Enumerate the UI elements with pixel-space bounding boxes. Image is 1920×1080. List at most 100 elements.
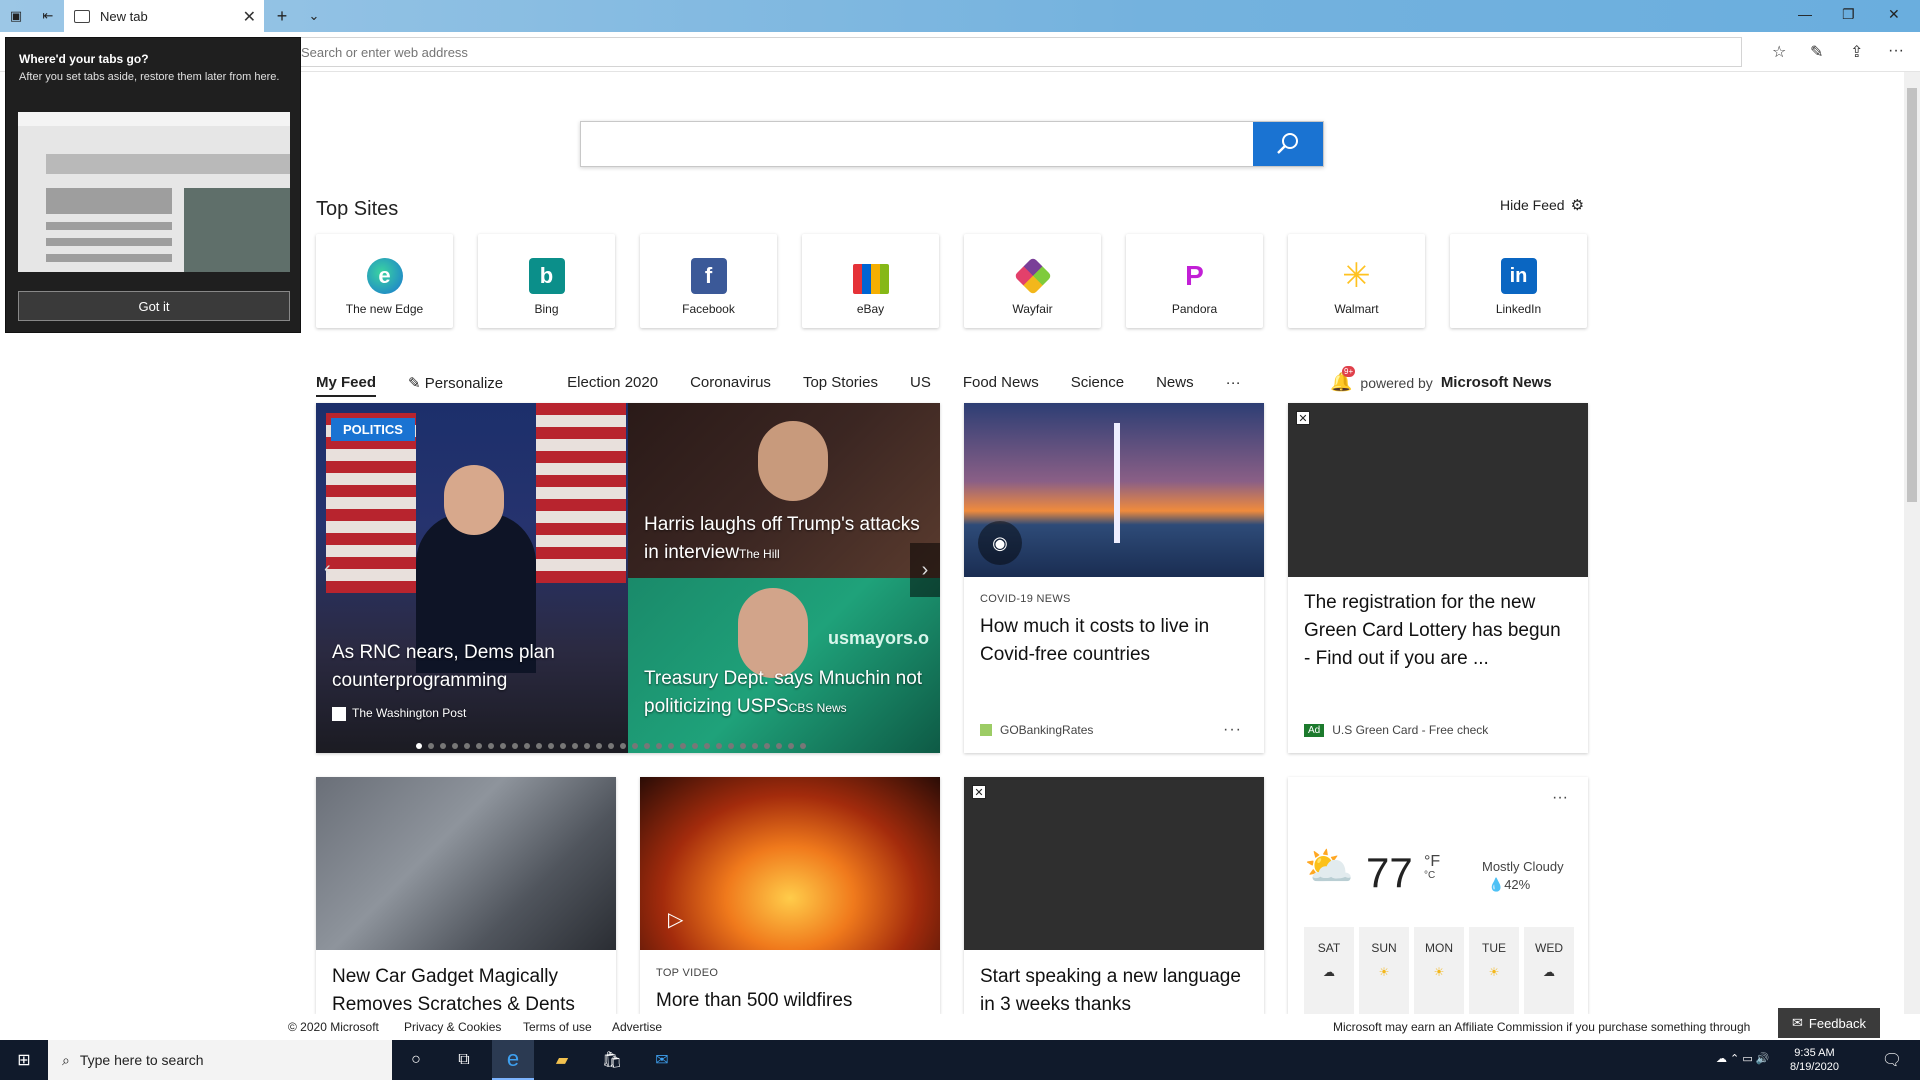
more-options-icon[interactable]: ···: [1888, 42, 1904, 60]
file-explorer-icon[interactable]: ▰: [550, 1048, 574, 1072]
windows-start-icon[interactable]: ⊞: [12, 1048, 36, 1072]
news-card-wildfire[interactable]: ▷ TOP VIDEO More than 500 wildfires: [640, 777, 940, 1014]
tab-coronavirus[interactable]: Coronavirus: [690, 374, 771, 397]
feedback-label: Feedback: [1808, 1015, 1866, 1031]
tab-title: New tab: [100, 8, 148, 24]
mail-icon[interactable]: ✉: [650, 1048, 674, 1072]
carousel-next-icon[interactable]: ›: [910, 543, 940, 597]
cortana-icon[interactable]: ○: [404, 1048, 428, 1072]
forecast-day[interactable]: MON ☀: [1414, 927, 1464, 1014]
carousel-bottom-right-caption[interactable]: Treasury Dept. says Mnuchin not politici…: [644, 665, 934, 722]
hide-feed-button[interactable]: Hide Feed ⚙: [1500, 196, 1584, 214]
tab-election-2020[interactable]: Election 2020: [567, 374, 658, 397]
new-tab-icon: [74, 9, 90, 23]
web-search-input[interactable]: [581, 122, 1253, 166]
clock[interactable]: 9:35 AM 8/19/2020: [1790, 1046, 1839, 1074]
set-tabs-aside-icon[interactable]: ⇤: [38, 6, 58, 26]
forecast-day[interactable]: TUE ☀: [1469, 927, 1519, 1014]
clock-time: 9:35 AM: [1794, 1047, 1835, 1059]
ad-card-language[interactable]: ✕ Start speaking a new language in 3 wee…: [964, 777, 1264, 1014]
top-site-pandora[interactable]: P Pandora: [1126, 234, 1263, 328]
tab-us[interactable]: US: [910, 374, 931, 397]
carousel-bottom-right-headline: Treasury Dept. says Mnuchin not politici…: [644, 668, 923, 717]
top-site-linkedin[interactable]: in LinkedIn: [1450, 234, 1587, 328]
card-headline: Start speaking a new language in 3 weeks…: [980, 966, 1241, 1014]
edge-taskbar-icon[interactable]: e: [492, 1040, 534, 1080]
top-site-bing[interactable]: b Bing: [478, 234, 615, 328]
taskbar-search[interactable]: ⌕ Type here to search: [48, 1040, 392, 1080]
top-site-walmart[interactable]: ✳ Walmart: [1288, 234, 1425, 328]
address-input[interactable]: [290, 37, 1742, 67]
ad-card-greencard[interactable]: ✕ The registration for the new Green Car…: [1288, 403, 1588, 753]
web-note-icon[interactable]: ✎: [1810, 42, 1823, 62]
search-icon: ⌕: [62, 1051, 70, 1068]
share-icon[interactable]: ⇪: [1850, 42, 1863, 62]
tab-news[interactable]: News: [1156, 374, 1194, 397]
carousel-main-caption[interactable]: As RNC nears, Dems plan counterprogrammi…: [332, 639, 612, 727]
search-button[interactable]: [1253, 122, 1323, 166]
top-site-ebay[interactable]: eBay: [802, 234, 939, 328]
tab-food-news[interactable]: Food News: [963, 374, 1039, 397]
new-tab-plus-icon[interactable]: +: [272, 6, 292, 26]
more-options-button[interactable]: ···: [1552, 789, 1568, 807]
tab-personalize[interactable]: ✎ Personalize: [408, 374, 535, 397]
rain-cloud-icon: ☁: [1543, 965, 1555, 979]
feedback-button[interactable]: ✉ Feedback: [1778, 1008, 1880, 1038]
store-icon[interactable]: 🛍: [600, 1048, 624, 1072]
affiliate-notice: Microsoft may earn an Affiliate Commissi…: [1333, 1020, 1751, 1034]
got-it-button[interactable]: Got it: [18, 291, 290, 321]
top-site-wayfair[interactable]: Wayfair: [964, 234, 1101, 328]
unit-toggle[interactable]: °F °C: [1424, 854, 1440, 883]
tab-preview-chevron-icon[interactable]: ⌄: [304, 6, 324, 26]
carousel-top-right-caption[interactable]: Harris laughs off Trump's attacks in int…: [644, 511, 924, 568]
news-carousel[interactable]: usmayors.o POLITICS As RNC nears, Dems p…: [316, 403, 940, 753]
top-site-facebook[interactable]: f Facebook: [640, 234, 777, 328]
close-tab-icon[interactable]: ✕: [243, 7, 256, 27]
top-site-label: Pandora: [1171, 302, 1218, 316]
notifications-bell-icon[interactable]: 🔔 9+: [1330, 366, 1356, 393]
category-badge[interactable]: POLITICS: [331, 418, 415, 441]
scrollbar-thumb[interactable]: [1907, 88, 1917, 502]
system-tray-icons[interactable]: ☁ ⌃ ▭ 🔊: [1716, 1052, 1769, 1066]
forecast-day[interactable]: SUN ☀: [1359, 927, 1409, 1014]
top-site-edge[interactable]: e The new Edge: [316, 234, 453, 328]
page-scrollbar[interactable]: [1904, 72, 1920, 1014]
forecast-day[interactable]: WED ☁: [1524, 927, 1574, 1014]
broken-image-icon: ✕: [972, 785, 986, 799]
more-tabs-button[interactable]: ···: [1226, 374, 1241, 397]
tab-top-stories[interactable]: Top Stories: [803, 374, 878, 397]
privacy-link[interactable]: Privacy & Cookies: [404, 1020, 501, 1034]
taskbar-search-placeholder: Type here to search: [79, 1052, 204, 1068]
favorites-icon[interactable]: ☆: [1772, 42, 1786, 62]
close-window-icon[interactable]: ✕: [1888, 6, 1900, 23]
play-icon[interactable]: ▷: [668, 907, 683, 932]
minimize-icon[interactable]: —: [1798, 6, 1812, 22]
restore-icon[interactable]: ❐: [1842, 6, 1855, 23]
task-view-icon[interactable]: ⧉: [452, 1048, 476, 1072]
source-label: CBS News: [788, 701, 847, 715]
weather-card[interactable]: ··· ⛅ 77 °F °C Mostly Cloudy 💧42% SAT ☁ SU…: [1288, 777, 1588, 1014]
person-image: [444, 465, 504, 535]
facebook-logo-icon: f: [690, 258, 727, 294]
news-card-gadget[interactable]: New Car Gadget Magically Removes Scratch…: [316, 777, 616, 1014]
tabs-aside-icon[interactable]: ▣: [6, 6, 26, 26]
carousel-prev-icon[interactable]: ‹: [324, 558, 331, 581]
tab-new-tab[interactable]: New tab ✕: [64, 0, 264, 32]
card-more-button[interactable]: ···: [1223, 721, 1242, 739]
day-label: WED: [1535, 941, 1563, 955]
carousel-top-right-headline: Harris laughs off Trump's attacks in int…: [644, 514, 920, 563]
card-headline: The registration for the new Green Card …: [1304, 592, 1561, 669]
ad-label: Ad: [1304, 723, 1325, 737]
terms-link[interactable]: Terms of use: [523, 1020, 592, 1034]
action-center-icon[interactable]: 🗨: [1880, 1048, 1904, 1072]
advertise-link[interactable]: Advertise: [612, 1020, 662, 1034]
forecast-day[interactable]: SAT ☁: [1304, 927, 1354, 1014]
linkedin-logo-icon: in: [1500, 258, 1537, 294]
tab-my-feed[interactable]: My Feed: [316, 374, 377, 397]
news-card-covid[interactable]: ◉ COVID-19 NEWS How much it costs to liv…: [964, 403, 1264, 753]
copyright: © 2020 Microsoft: [288, 1020, 379, 1034]
ad-image-placeholder: ✕: [1288, 403, 1588, 577]
carousel-pagination[interactable]: [416, 743, 806, 749]
tab-science[interactable]: Science: [1071, 374, 1124, 397]
ebay-logo-icon: [852, 264, 889, 294]
